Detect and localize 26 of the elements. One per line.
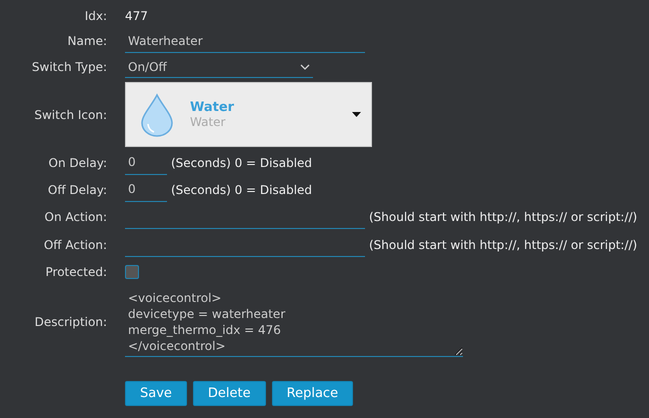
hint-text: (Should start with http://, https:// or script://) <box>369 238 638 252</box>
delay-field[interactable]: 0 <box>125 150 167 174</box>
field-label: Protected: <box>44 265 107 279</box>
icon-subtitle: Water <box>190 115 226 129</box>
hint-text: (Should start with http://, https:// or script://) <box>369 210 638 224</box>
caret-icon <box>352 112 361 117</box>
description-field[interactable]: <voicecontrol> devicetype = waterheater merge_thermo_idx = 476 </voicecontrol> <box>125 288 463 356</box>
field-label: On Delay: <box>48 156 107 170</box>
field-label: Switch Type: <box>30 60 107 74</box>
field-label: Description: <box>34 315 107 329</box>
switch-type-dropdown[interactable]: On/Off <box>125 56 313 78</box>
field-label: Idx: <box>84 9 107 23</box>
field-label: Off Delay: <box>46 182 107 196</box>
hint-text: (Seconds) 0 = Disabled <box>171 156 312 170</box>
name-field[interactable]: Waterheater <box>125 29 365 53</box>
protected-checkbox[interactable] <box>125 265 139 279</box>
field-label: Off Action: <box>42 238 107 252</box>
field-label: On Action: <box>44 210 107 224</box>
chevron-icon <box>300 64 310 70</box>
hint-text: (Seconds) 0 = Disabled <box>171 182 312 196</box>
delay-field[interactable]: 0 <box>125 178 167 202</box>
field-label: Switch Icon: <box>33 108 107 122</box>
field-label: Name: <box>66 34 107 48</box>
water-drop-icon <box>140 92 174 136</box>
icon-title: Water <box>190 100 236 115</box>
idx-value: 477 <box>125 9 148 23</box>
